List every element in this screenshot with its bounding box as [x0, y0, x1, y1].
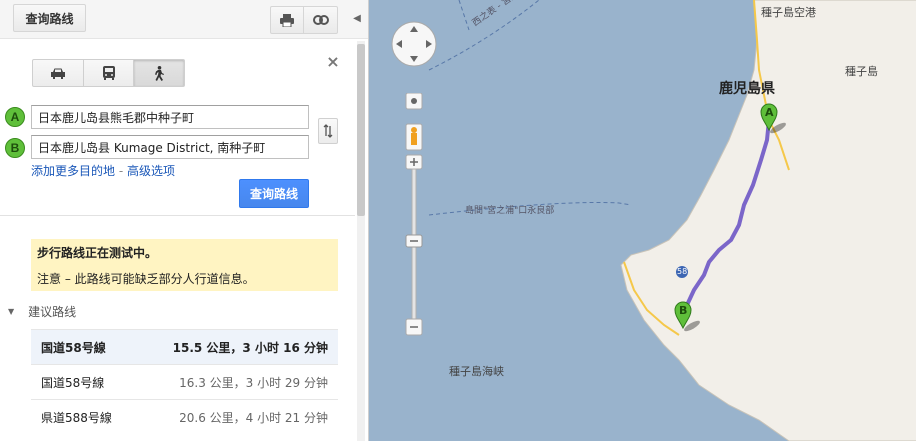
mode-walking-button[interactable]	[133, 59, 186, 87]
get-directions-button[interactable]: 查询路线	[239, 179, 309, 208]
notice-body: 注意 – 此路线可能缺乏部分人行道信息。	[37, 272, 255, 286]
zoom-control[interactable]	[402, 93, 426, 343]
get-directions-top-button[interactable]: 查询路线	[13, 4, 86, 32]
triangle-down-icon: ▼	[8, 307, 15, 316]
mode-transit-button[interactable]	[82, 59, 135, 87]
panel-scrollbar-thumb[interactable]	[357, 44, 365, 216]
route-info: 15.5 公里，3 小时 16 分钟	[172, 340, 328, 355]
travel-mode-group	[32, 59, 186, 87]
route-row[interactable]: 県道588号線 20.6 公里，4 小时 21 分钟	[31, 399, 338, 434]
destination-input[interactable]: 日本鹿儿岛县 Kumage District, 南种子町	[31, 135, 309, 159]
collapse-left-icon[interactable]: ◀	[348, 7, 366, 29]
directions-panel: 查询路线 ◀ × A 日本鹿儿岛县熊毛郡中种子町 B 日本鹿儿岛县 Kumage…	[0, 0, 368, 441]
waypoint-links: 添加更多目的地 - 高级选项	[31, 162, 175, 179]
notice-title: 步行路线正在测试中。	[37, 246, 158, 260]
map-canvas[interactable]: 種子島空港 種子島 鹿児島県 西之表 - 宮之浦 島間"宮之浦"口永良部 種子島…	[368, 0, 916, 441]
route-shield-58: 58	[677, 267, 688, 276]
map-label-island: 種子島	[845, 65, 878, 78]
route-info: 16.3 公里，3 小时 29 分钟	[179, 375, 328, 390]
route-name: 国道58号線	[41, 375, 105, 390]
toolbar: 查询路线 ◀	[0, 0, 368, 39]
walking-beta-notice: 步行路线正在测试中。 注意 – 此路线可能缺乏部分人行道信息。	[31, 239, 338, 291]
print-icon	[280, 13, 294, 27]
link-icon	[312, 15, 329, 25]
add-destination-link[interactable]: 添加更多目的地	[31, 164, 115, 178]
route-row[interactable]: 国道58号線 15.5 公里，3 小时 16 分钟	[31, 329, 338, 364]
route-name: 国道58号線	[41, 340, 106, 355]
origin-input[interactable]: 日本鹿儿岛县熊毛郡中种子町	[31, 105, 309, 129]
mode-car-button[interactable]	[32, 59, 84, 87]
close-icon[interactable]: ×	[325, 54, 341, 70]
map-marker-b[interactable]: B	[679, 304, 687, 317]
advanced-options-link[interactable]: 高级选项	[127, 164, 175, 178]
route-info: 20.6 公里，4 小时 21 分钟	[179, 410, 328, 425]
print-button[interactable]	[270, 6, 304, 34]
link-separator: -	[115, 164, 127, 178]
walking-icon	[155, 65, 165, 81]
divider	[0, 215, 355, 216]
map-label-ferry-mid: 島間"宮之浦"口永良部	[465, 206, 555, 216]
marker-b-icon: B	[5, 138, 25, 158]
route-name: 県道588号線	[41, 410, 112, 425]
marker-a-icon: A	[5, 107, 25, 127]
swap-icon	[323, 124, 333, 138]
swap-waypoints-button[interactable]	[318, 118, 338, 144]
car-icon	[50, 68, 65, 79]
suggested-routes-label: 建议路线	[28, 305, 77, 319]
pan-control[interactable]	[390, 20, 438, 68]
route-row[interactable]: 国道58号線 16.3 公里，3 小时 29 分钟	[31, 364, 338, 399]
map-marker-a[interactable]: A	[765, 106, 774, 119]
map-label-strait: 種子島海峡	[449, 365, 504, 378]
map-label-airport: 種子島空港	[761, 6, 816, 19]
suggested-routes-header[interactable]: ▼ 建议路线	[8, 303, 76, 320]
map-label-prefecture: 鹿児島県	[719, 81, 775, 97]
link-button[interactable]	[303, 6, 338, 34]
bus-icon	[102, 66, 115, 80]
